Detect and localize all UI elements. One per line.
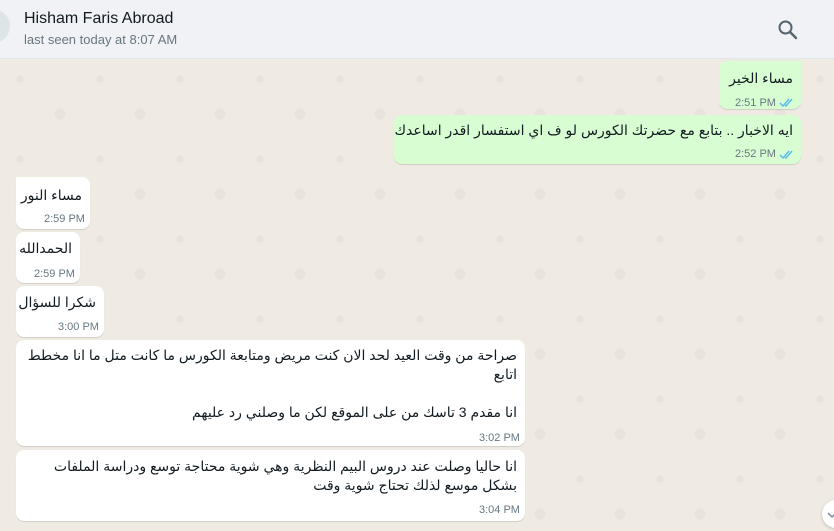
message-time: 2:59 PM xyxy=(44,213,85,225)
message-time: 2:51 PM xyxy=(735,97,776,109)
message-text: صراحة من وقت العيد لحد الان كنت مريض ومت… xyxy=(27,347,517,420)
message-time: 3:00 PM xyxy=(58,321,99,333)
message-text: مساء الخير xyxy=(729,70,793,86)
message-time: 2:52 PM xyxy=(735,148,776,160)
message-time: 2:59 PM xyxy=(34,268,75,280)
search-icon[interactable] xyxy=(776,18,800,42)
scroll-down-button[interactable] xyxy=(822,500,834,528)
message-text: شكرا للسؤال xyxy=(18,294,96,310)
message-incoming[interactable]: انا حاليا وصلت عند دروس البيم النظرية وه… xyxy=(16,450,525,521)
message-text: انا حاليا وصلت عند دروس البيم النظرية وه… xyxy=(53,458,517,493)
message-list[interactable]: مساء الخير 2:51 PM ايه الاخبار .. بتابع … xyxy=(0,59,834,531)
contact-name[interactable]: Hisham Faris Abroad xyxy=(24,10,173,28)
double-check-icon xyxy=(779,98,793,108)
message-incoming[interactable]: الحمدالله 2:59 PM xyxy=(16,232,80,283)
message-text: الحمدالله xyxy=(19,240,72,256)
double-check-icon xyxy=(779,150,793,160)
chat-header: Hisham Faris Abroad last seen today at 8… xyxy=(0,0,834,59)
avatar[interactable] xyxy=(0,9,10,43)
message-outgoing[interactable]: مساء الخير 2:51 PM xyxy=(719,61,801,109)
message-incoming[interactable]: صراحة من وقت العيد لحد الان كنت مريض ومت… xyxy=(16,340,525,446)
message-time: 3:04 PM xyxy=(479,504,520,516)
message-outgoing[interactable]: ايه الاخبار .. بتابع مع حضرتك الكورس لو … xyxy=(394,115,801,164)
message-text: مساء النور xyxy=(20,187,82,203)
last-seen-status: last seen today at 8:07 AM xyxy=(24,32,178,47)
message-time: 3:02 PM xyxy=(479,432,520,444)
message-text: ايه الاخبار .. بتابع مع حضرتك الكورس لو … xyxy=(394,122,793,138)
message-incoming[interactable]: شكرا للسؤال 3:00 PM xyxy=(16,286,104,337)
chevron-down-icon xyxy=(827,512,834,519)
message-incoming[interactable]: مساء النور 2:59 PM xyxy=(16,177,90,229)
